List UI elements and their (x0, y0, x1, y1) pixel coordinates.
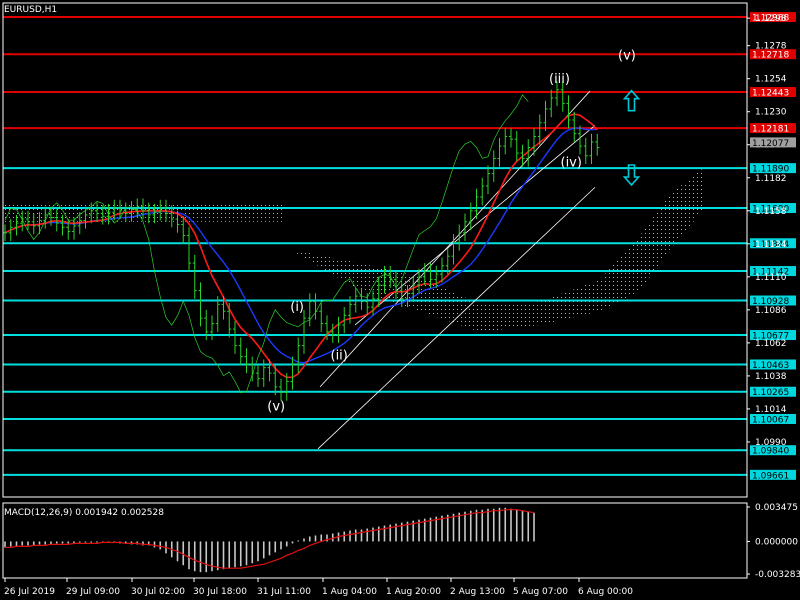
wave-label: (v) (618, 48, 636, 63)
y-tick-label: 1.1062 (755, 339, 787, 349)
x-tick-label: 31 Jul 11:00 (257, 587, 311, 597)
y-tick-label: 1.1038 (755, 372, 787, 382)
y-tick-label: 1.1278 (755, 42, 787, 52)
macd-y-tick-label: -0.003283 (755, 570, 800, 580)
x-tick-label: 2 Aug 13:00 (450, 587, 505, 597)
current-price-label: 1.12077 (752, 139, 789, 149)
x-tick-label: 30 Jul 18:00 (193, 587, 247, 597)
wave-label: (iv) (561, 156, 582, 171)
y-tick-label: 1.1086 (755, 306, 787, 316)
level-label: 1.09840 (752, 447, 789, 457)
y-tick-label: 1.1298 (755, 14, 787, 24)
y-tick-label: 1.0990 (755, 438, 787, 448)
y-tick-label: 1.1134 (755, 240, 787, 250)
level-label: 1.10265 (752, 388, 789, 398)
y-tick-label: 1.1158 (755, 207, 787, 217)
x-tick-label: 5 Aug 07:00 (513, 587, 568, 597)
wave-label: (i) (290, 300, 304, 315)
ichimoku-cloud-left (5, 203, 285, 222)
x-tick-label: 1 Aug 20:00 (386, 587, 441, 597)
level-label: 1.09661 (752, 471, 789, 481)
macd-y-tick-label: 0.003475 (755, 503, 798, 513)
level-label: 1.12443 (752, 89, 789, 99)
x-tick-label: 29 Jul 09:00 (66, 587, 120, 597)
x-tick-label: 30 Jul 02:00 (131, 587, 185, 597)
level-label: 1.10463 (752, 361, 789, 371)
x-tick-label: 26 Jul 2019 (4, 587, 55, 597)
macd-y-tick-label: 0.000000 (755, 537, 798, 547)
y-tick-label: 1.1230 (755, 108, 787, 118)
chart: 1.129881.127181.124431.121811.118901.116… (0, 0, 800, 600)
wave-label: (v) (267, 399, 285, 414)
wave-label: (ii) (331, 348, 348, 363)
x-tick-label: 6 Aug 00:00 (578, 587, 633, 597)
y-tick-label: 1.1182 (755, 174, 787, 184)
level-label: 1.10067 (752, 415, 789, 425)
x-tick-label: 1 Aug 04:00 (322, 587, 377, 597)
symbol-label: EURUSD,H1 (4, 5, 57, 15)
y-tick-label: 1.1110 (755, 273, 787, 283)
macd-label: MACD(12,26,9) 0.001942 0.002528 (4, 508, 164, 518)
level-label: 1.12181 (752, 125, 789, 135)
level-label: 1.12718 (752, 51, 789, 61)
y-tick-label: 1.1014 (755, 405, 787, 415)
wave-label: (iii) (549, 72, 570, 87)
y-tick-label: 1.1254 (755, 75, 787, 85)
